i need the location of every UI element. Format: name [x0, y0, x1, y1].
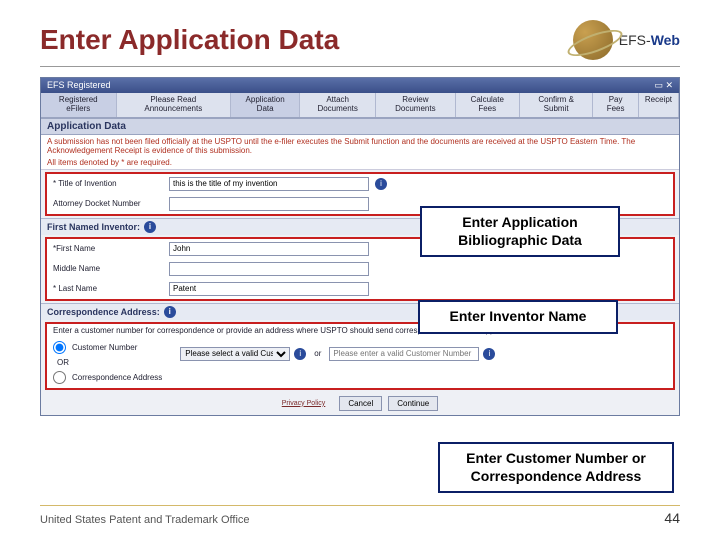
footer-org: United States Patent and Trademark Offic… [40, 514, 250, 526]
customer-number-radio[interactable]: Customer Number [53, 341, 162, 354]
tab-receipt[interactable]: Receipt [639, 93, 679, 117]
slide-footer: United States Patent and Trademark Offic… [40, 505, 680, 526]
tab-review-documents[interactable]: Review Documents [376, 93, 455, 117]
window-controls[interactable]: ▭ ✕ [654, 80, 673, 91]
docket-number-label: Attorney Docket Number [53, 199, 163, 208]
title-of-invention-input[interactable] [169, 177, 369, 191]
info-icon[interactable]: i [144, 221, 156, 233]
or-small: or [310, 349, 325, 358]
customer-number-select[interactable]: Please select a valid Customer Number [180, 347, 290, 361]
slide-header: Enter Application Data EFS-Web [40, 20, 680, 67]
submission-notice: A submission has not been filed official… [41, 135, 679, 158]
middle-name-label: Middle Name [53, 264, 163, 273]
last-name-input[interactable] [169, 282, 369, 296]
info-icon[interactable]: i [294, 348, 306, 360]
globe-icon [573, 20, 613, 60]
required-note: All items denoted by * are required. [41, 158, 679, 170]
tab-application-data[interactable]: Application Data [231, 93, 300, 117]
window-titlebar: EFS Registered ▭ ✕ [41, 78, 679, 93]
privacy-policy-link[interactable]: Privacy Policy [282, 400, 326, 407]
middle-name-input[interactable] [169, 262, 369, 276]
first-name-input[interactable] [169, 242, 369, 256]
button-row: Privacy Policy Cancel Continue [41, 392, 679, 415]
slide-title: Enter Application Data [40, 24, 339, 56]
callout-correspondence: Enter Customer Number or Correspondence … [438, 442, 674, 493]
info-icon[interactable]: i [483, 348, 495, 360]
tab-confirm-submit[interactable]: Confirm & Submit [520, 93, 593, 117]
customer-number-input[interactable] [329, 347, 479, 361]
section-application-data: Application Data [41, 118, 679, 135]
or-divider: OR [53, 358, 162, 367]
tab-pay-fees[interactable]: Pay Fees [593, 93, 639, 117]
tab-calculate-fees[interactable]: Calculate Fees [456, 93, 520, 117]
tab-attach-documents[interactable]: Attach Documents [300, 93, 376, 117]
last-name-label: * Last Name [53, 284, 163, 293]
docket-number-input[interactable] [169, 197, 369, 211]
callout-inventor: Enter Inventor Name [418, 300, 618, 334]
continue-button[interactable]: Continue [388, 396, 438, 411]
info-icon[interactable]: i [375, 178, 387, 190]
correspondence-address-radio[interactable]: Correspondence Address [53, 371, 162, 384]
cancel-button[interactable]: Cancel [339, 396, 382, 411]
first-name-label: *First Name [53, 244, 163, 253]
callout-bibliographic: Enter Application Bibliographic Data [420, 206, 620, 257]
title-of-invention-label: * Title of Invention [53, 179, 163, 188]
efs-web-logo: EFS-Web [573, 20, 680, 60]
info-icon[interactable]: i [164, 306, 176, 318]
tab-announcements[interactable]: Please Read Announcements [117, 93, 232, 117]
page-number: 44 [664, 510, 680, 526]
tab-bar: Registered eFilers Please Read Announcem… [41, 93, 679, 118]
window-title: EFS Registered [47, 80, 111, 91]
logo-text: EFS-Web [619, 32, 680, 48]
menubar-left[interactable]: Registered eFilers [41, 93, 117, 117]
